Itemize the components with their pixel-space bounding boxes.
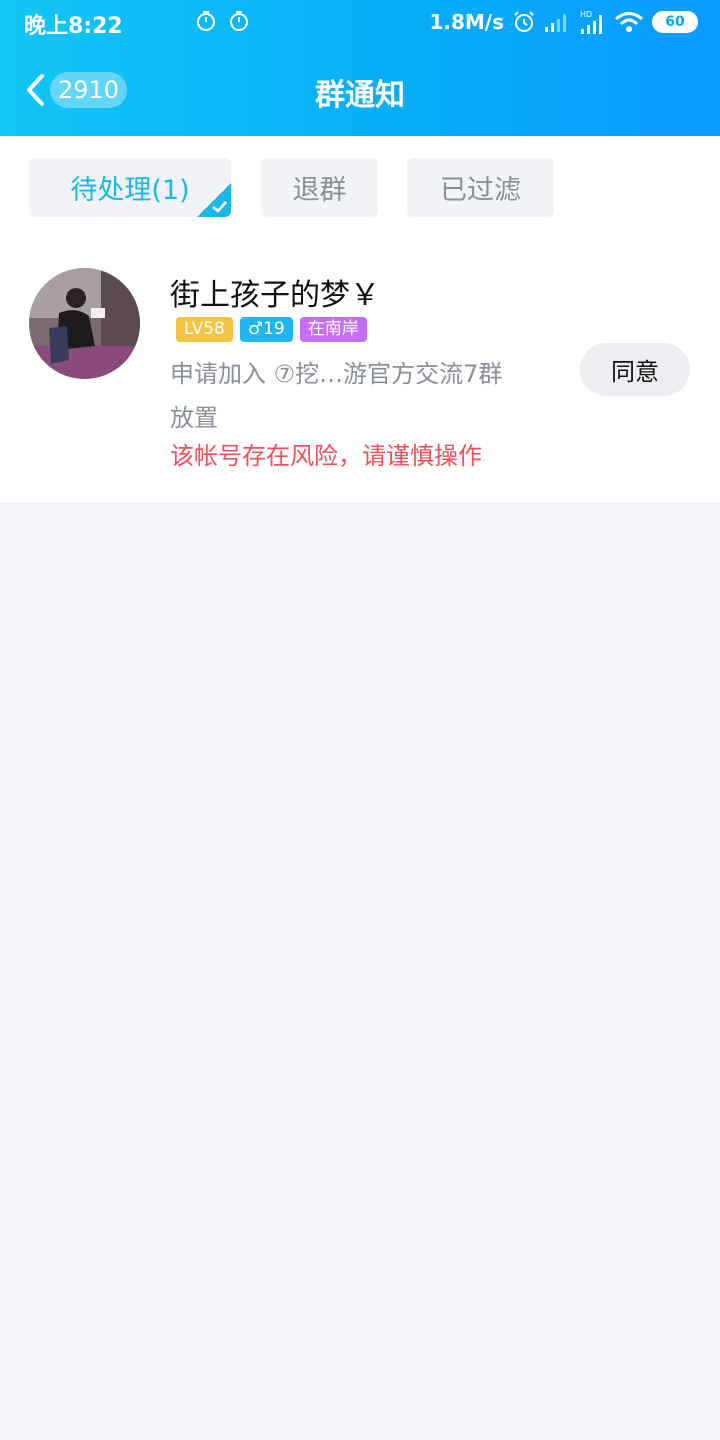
join-request-item[interactable]: 街上孩子的梦￥ LV58 ♂19 在南岸 申请加入 ⑦挖…游官方交流7群 放置 … [0,260,720,490]
header: 晚上8:22 1.8M/s HD 60 2910 群通知 [0,0,720,136]
svg-text:HD: HD [580,10,592,19]
requester-name: 街上孩子的梦￥ [170,279,380,312]
net-speed: 1.8M/s [429,10,504,34]
wifi-icon [615,12,643,32]
tab-pending[interactable]: 待处理(1) [29,158,231,217]
tab-label: 已过滤 [440,175,521,206]
hd-signal-icon: HD [580,10,602,34]
gender-age-badge: ♂19 [239,317,293,342]
avatar[interactable] [29,268,140,379]
timer-icon [230,11,248,31]
title-bar: 2910 群通知 [0,50,720,132]
tab-quit-group[interactable]: 退群 [261,158,378,217]
tab-label: 退群 [292,175,347,206]
notice-content: 待处理(1) 退群 已过滤 街上孩子的梦￥ LV58 ♂19 在南岸 申请加入 … [0,136,720,502]
status-bar: 晚上8:22 1.8M/s HD 60 [0,0,720,44]
selected-check-icon [197,183,231,217]
timer-icon [197,11,215,31]
level-badge: LV58 [176,317,233,342]
avatar-image [29,268,140,379]
request-text: 申请加入 ⑦挖…游官方交流7群 [170,360,503,388]
agree-button[interactable]: 同意 [580,343,690,396]
status-time: 晚上8:22 [24,14,123,39]
status-right: 1.8M/s HD 60 [429,8,698,36]
request-text-2: 放置 [170,404,218,432]
tab-filtered[interactable]: 已过滤 [407,158,554,217]
tab-label: 待处理(1) [70,175,190,206]
risk-warning: 该帐号存在风险，请谨慎操作 [170,442,482,470]
request-description: 申请加入 ⑦挖…游官方交流7群 放置 [170,352,550,440]
location-badge: 在南岸 [299,317,367,342]
alarm-icon [514,11,534,32]
badge-row: LV58 ♂19 在南岸 [176,317,367,342]
signal-icon [545,14,566,32]
battery-icon: 60 [652,11,698,33]
page-title: 群通知 [315,78,405,113]
